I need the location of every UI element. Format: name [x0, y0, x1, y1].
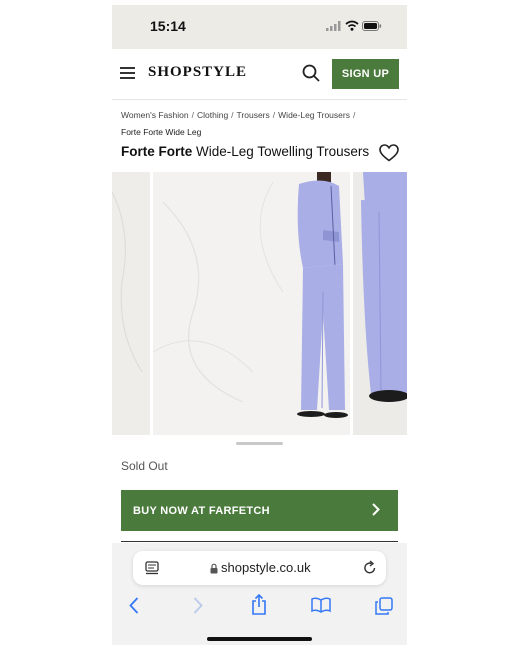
home-indicator — [207, 637, 312, 641]
breadcrumb: Women's Fashion / Clothing / Trousers / Wide-L… — [121, 107, 401, 141]
lock-icon — [210, 563, 218, 574]
product-image-carousel[interactable] — [112, 172, 407, 435]
buy-now-button[interactable]: BUY NOW AT FARFETCH — [121, 490, 398, 531]
breadcrumb-item[interactable]: Wide-Leg Trousers — [278, 110, 350, 120]
drag-handle[interactable] — [236, 442, 283, 445]
address-bar[interactable]: shopstyle.co.uk — [133, 551, 386, 585]
heart-icon[interactable] — [379, 144, 399, 162]
wifi-icon — [345, 20, 359, 31]
search-icon[interactable] — [302, 64, 320, 82]
back-icon[interactable] — [129, 597, 139, 614]
product-title: Forte Forte Wide-Leg Towelling Trousers — [121, 144, 369, 159]
phone-screen: 15:14 SHOPSTYLE SIGN UP Women's Fashion /… — [112, 5, 407, 645]
product-photo[interactable] — [152, 172, 350, 435]
breadcrumb-item[interactable]: Trousers — [237, 110, 270, 120]
url-text: shopstyle.co.uk — [221, 560, 311, 575]
reader-icon[interactable] — [145, 561, 159, 575]
breadcrumb-item[interactable]: Women's Fashion — [121, 110, 189, 120]
product-photo[interactable] — [112, 172, 150, 435]
sign-up-button[interactable]: SIGN UP — [332, 59, 399, 89]
status-time: 15:14 — [150, 18, 186, 34]
tabs-icon[interactable] — [375, 597, 393, 615]
product-name: Wide-Leg Towelling Trousers — [196, 144, 370, 159]
divider — [121, 541, 398, 542]
signal-icon — [326, 21, 341, 31]
site-logo[interactable]: SHOPSTYLE — [148, 64, 247, 81]
chevron-right-icon — [372, 503, 380, 516]
breadcrumb-item[interactable]: Clothing — [197, 110, 228, 120]
product-photo[interactable] — [353, 172, 407, 435]
availability-status: Sold Out — [121, 459, 168, 473]
battery-icon — [362, 21, 382, 31]
browser-toolbar — [112, 593, 407, 621]
site-header: SHOPSTYLE SIGN UP — [112, 49, 407, 100]
forward-icon[interactable] — [193, 597, 203, 614]
reload-icon[interactable] — [363, 560, 377, 575]
menu-icon[interactable] — [120, 67, 135, 79]
browser-chrome: shopstyle.co.uk — [112, 543, 407, 645]
buy-now-label: BUY NOW AT FARFETCH — [133, 504, 270, 517]
status-bar: 15:14 — [112, 5, 407, 49]
share-icon[interactable] — [251, 594, 267, 615]
product-brand[interactable]: Forte Forte — [121, 144, 192, 159]
breadcrumb-current: Forte Forte Wide Leg — [121, 127, 202, 137]
bookmarks-icon[interactable] — [311, 597, 331, 613]
